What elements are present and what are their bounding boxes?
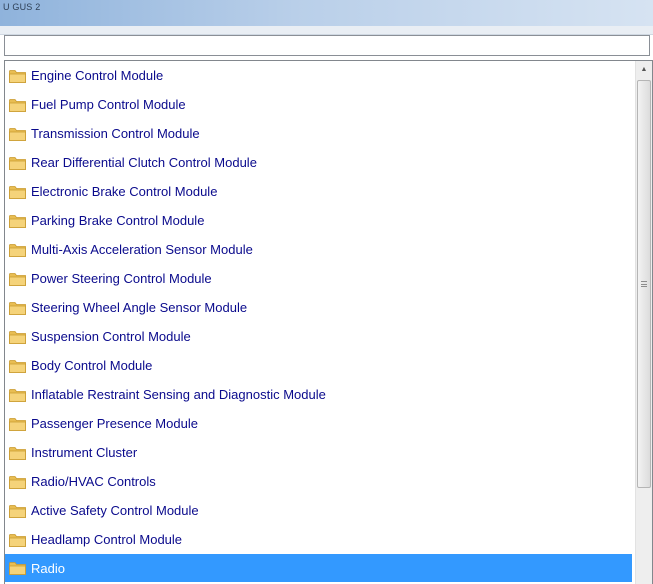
list-item-label: Headlamp Control Module — [31, 532, 183, 547]
list-item[interactable]: Parking Brake Control Module — [5, 206, 632, 235]
title-bar[interactable]: U GUS 2 — [0, 0, 653, 27]
list-item-label: Power Steering Control Module — [31, 271, 212, 286]
folder-icon — [9, 533, 26, 547]
folder-icon — [9, 359, 26, 373]
list-item-label: Steering Wheel Angle Sensor Module — [31, 300, 248, 315]
folder-icon — [9, 69, 26, 83]
list-item-label: Inflatable Restraint Sensing and Diagnos… — [31, 387, 326, 402]
module-list-box[interactable]: Engine Control Module Fuel Pump Control M… — [4, 60, 653, 584]
list-item-label: Radio/HVAC Controls — [31, 474, 156, 489]
window-title: U GUS 2 — [3, 2, 41, 12]
list-item[interactable]: Inflatable Restraint Sensing and Diagnos… — [5, 380, 632, 409]
grip-icon — [641, 281, 647, 287]
list-item-label: Radio — [31, 560, 65, 576]
list-item[interactable]: Passenger Presence Module — [5, 409, 632, 438]
list-item[interactable]: Body Control Module — [5, 351, 632, 380]
folder-icon — [9, 446, 26, 460]
list-item-label: Fuel Pump Control Module — [31, 97, 186, 112]
folder-icon — [9, 214, 26, 228]
folder-icon — [9, 417, 26, 431]
list-item-label: Suspension Control Module — [31, 329, 191, 344]
list-item[interactable]: Steering Wheel Angle Sensor Module — [5, 293, 632, 322]
app-window: U GUS 2 Engine Control Module Fuel Pump C… — [0, 0, 653, 584]
toolbar-strip — [0, 26, 653, 35]
list-item-label: Body Control Module — [31, 358, 153, 373]
vertical-scrollbar[interactable]: ▲ — [635, 61, 652, 584]
folder-icon — [9, 504, 26, 518]
list-item[interactable]: Active Safety Control Module — [5, 496, 632, 525]
scroll-thumb[interactable] — [637, 80, 651, 488]
folder-icon — [9, 185, 26, 199]
search-input[interactable] — [4, 35, 650, 56]
folder-icon — [9, 388, 26, 402]
list-item-label: Transmission Control Module — [31, 126, 200, 141]
list-item[interactable]: Headlamp Control Module — [5, 525, 632, 554]
folder-icon — [9, 272, 26, 286]
list-item[interactable]: Instrument Cluster — [5, 438, 632, 467]
list-item[interactable]: Radio — [5, 554, 632, 582]
folder-icon — [9, 330, 26, 344]
folder-icon — [9, 243, 26, 257]
list-item[interactable]: Multi-Axis Acceleration Sensor Module — [5, 235, 632, 264]
list-item-label: Parking Brake Control Module — [31, 213, 205, 228]
list-item[interactable]: Transmission Control Module — [5, 119, 632, 148]
folder-icon — [9, 561, 26, 575]
list-item-label: Passenger Presence Module — [31, 416, 198, 431]
folder-icon — [9, 98, 26, 112]
folder-icon — [9, 301, 26, 315]
list-item[interactable]: Fuel Pump Control Module — [5, 90, 632, 119]
list-item-label: Multi-Axis Acceleration Sensor Module — [31, 242, 253, 257]
list-item-label: Rear Differential Clutch Control Module — [31, 155, 257, 170]
list-item[interactable]: Engine Control Module — [5, 61, 632, 90]
list-item[interactable]: Suspension Control Module — [5, 322, 632, 351]
folder-icon — [9, 127, 26, 141]
folder-icon — [9, 475, 26, 489]
list-item-label: Instrument Cluster — [31, 445, 138, 460]
list-item[interactable]: Electronic Brake Control Module — [5, 177, 632, 206]
list-item-label: Engine Control Module — [31, 68, 164, 83]
module-list: Engine Control Module Fuel Pump Control M… — [5, 61, 632, 582]
list-item[interactable]: Radio/HVAC Controls — [5, 467, 632, 496]
folder-icon — [9, 156, 26, 170]
list-item-label: Electronic Brake Control Module — [31, 184, 218, 199]
chevron-up-icon[interactable]: ▲ — [636, 61, 652, 78]
list-item[interactable]: Power Steering Control Module — [5, 264, 632, 293]
list-item-label: Active Safety Control Module — [31, 503, 199, 518]
list-item[interactable]: Rear Differential Clutch Control Module — [5, 148, 632, 177]
